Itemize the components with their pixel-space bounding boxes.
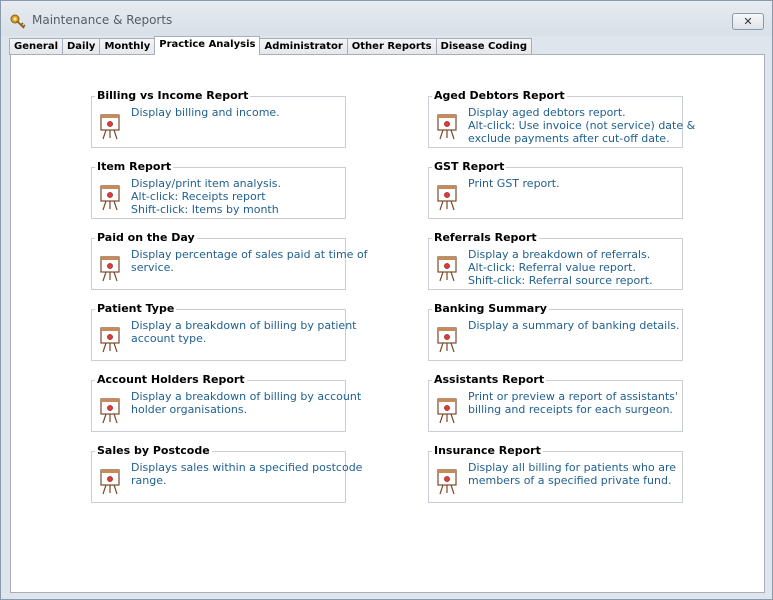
sales-by-postcode-card: Sales by Postcode Displays sales within a… bbox=[91, 444, 363, 503]
item-report-card: Item Report Display/print item analysis. A… bbox=[91, 160, 346, 219]
sales-by-postcode-description: Displays sales within a specified postco… bbox=[131, 461, 363, 487]
description-line: Print or preview a report of assistants' bbox=[468, 390, 678, 403]
close-icon: ✕ bbox=[743, 15, 753, 28]
description-line: Displays sales within a specified postco… bbox=[131, 461, 363, 474]
description-line: Alt-click: Receipts report bbox=[131, 190, 266, 203]
gst-report-frame bbox=[428, 167, 683, 219]
presentation-board-icon[interactable] bbox=[100, 256, 120, 282]
presentation-board-icon[interactable] bbox=[100, 469, 120, 495]
account-holders-report-card: Account Holders Report Display a breakdow… bbox=[91, 373, 362, 432]
banking-summary-frame bbox=[428, 309, 683, 361]
title-bar: Maintenance & Reports ✕ bbox=[1, 1, 772, 36]
description-line: Alt-click: Use invoice (not service) dat… bbox=[468, 119, 696, 132]
presentation-board-icon[interactable] bbox=[100, 398, 120, 424]
presentation-board-icon[interactable] bbox=[437, 256, 457, 282]
presentation-board-icon[interactable] bbox=[100, 185, 120, 211]
tab-other-reports[interactable]: Other Reports bbox=[346, 38, 437, 55]
aged-debtors-report-description: Display aged debtors report. Alt-click: U… bbox=[468, 106, 696, 145]
tab-strip: General Daily Monthly Practice Analysis Admi… bbox=[9, 36, 533, 55]
billing-vs-income-report-description: Display billing and income. bbox=[131, 106, 346, 119]
practice-analysis-panel: Billing vs Income Report Display billing … bbox=[10, 54, 765, 593]
description-line: Display/print item analysis. bbox=[131, 177, 281, 190]
main-window: Maintenance & Reports ✕ General Daily Mont… bbox=[0, 0, 773, 600]
insurance-report-description: Display all billing for patients who are… bbox=[468, 461, 683, 487]
referrals-report-title: Referrals Report bbox=[432, 231, 539, 245]
tab-monthly[interactable]: Monthly bbox=[99, 38, 156, 55]
billing-vs-income-report-title: Billing vs Income Report bbox=[95, 89, 251, 103]
paid-on-the-day-card: Paid on the Day Display percentage of sal… bbox=[91, 231, 368, 290]
patient-type-description: Display a breakdown of billing by patien… bbox=[131, 319, 357, 345]
description-line: members of a specified private fund. bbox=[468, 474, 672, 487]
assistants-report-card: Assistants Report Print or preview a repo… bbox=[428, 373, 683, 432]
tab-practice-analysis[interactable]: Practice Analysis bbox=[154, 36, 261, 55]
assistants-report-description: Print or preview a report of assistants'… bbox=[468, 390, 683, 416]
close-button[interactable]: ✕ bbox=[732, 13, 764, 30]
paid-on-the-day-description: Display percentage of sales paid at time… bbox=[131, 248, 368, 274]
item-report-description: Display/print item analysis. Alt-click: R… bbox=[131, 177, 346, 216]
description-line: billing and receipts for each surgeon. bbox=[468, 403, 673, 416]
presentation-board-icon[interactable] bbox=[437, 398, 457, 424]
aged-debtors-report-card: Aged Debtors Report Display aged debtors … bbox=[428, 89, 696, 148]
tab-daily[interactable]: Daily bbox=[62, 38, 101, 55]
referrals-report-description: Display a breakdown of referrals. Alt-cli… bbox=[468, 248, 683, 287]
gst-report-description: Print GST report. bbox=[468, 177, 683, 190]
banking-summary-card: Banking Summary Display a summary of bank… bbox=[428, 302, 683, 361]
assistants-report-title: Assistants Report bbox=[432, 373, 547, 387]
referrals-report-card: Referrals Report Display a breakdown of r… bbox=[428, 231, 683, 290]
description-line: Display percentage of sales paid at time… bbox=[131, 248, 368, 261]
patient-type-title: Patient Type bbox=[95, 302, 177, 316]
description-line: Display billing and income. bbox=[131, 106, 280, 119]
account-holders-report-title: Account Holders Report bbox=[95, 373, 247, 387]
presentation-board-icon[interactable] bbox=[100, 114, 120, 140]
description-line: Display a breakdown of billing by patien… bbox=[131, 319, 357, 332]
tab-administrator[interactable]: Administrator bbox=[259, 38, 348, 55]
gst-report-title: GST Report bbox=[432, 160, 507, 174]
presentation-board-icon[interactable] bbox=[437, 185, 457, 211]
sales-by-postcode-title: Sales by Postcode bbox=[95, 444, 212, 458]
description-line: Display a summary of banking details. bbox=[468, 319, 680, 332]
description-line: Display aged debtors report. bbox=[468, 106, 626, 119]
description-line: Alt-click: Referral value report. bbox=[468, 261, 636, 274]
billing-vs-income-report-frame bbox=[91, 96, 346, 148]
aged-debtors-report-title: Aged Debtors Report bbox=[432, 89, 567, 103]
banking-summary-title: Banking Summary bbox=[432, 302, 549, 316]
description-line: range. bbox=[131, 474, 167, 487]
window-title: Maintenance & Reports bbox=[32, 13, 173, 27]
presentation-board-icon[interactable] bbox=[100, 327, 120, 353]
description-line: service. bbox=[131, 261, 174, 274]
tab-disease-coding[interactable]: Disease Coding bbox=[435, 38, 533, 55]
account-holders-report-description: Display a breakdown of billing by accoun… bbox=[131, 390, 362, 416]
banking-summary-description: Display a summary of banking details. bbox=[468, 319, 683, 332]
insurance-report-title: Insurance Report bbox=[432, 444, 543, 458]
item-report-title: Item Report bbox=[95, 160, 174, 174]
description-line: Display a breakdown of referrals. bbox=[468, 248, 651, 261]
tab-general[interactable]: General bbox=[9, 38, 63, 55]
description-line: exclude payments after cut-off date. bbox=[468, 132, 670, 145]
description-line: Display a breakdown of billing by accoun… bbox=[131, 390, 362, 403]
description-line: holder organisations. bbox=[131, 403, 248, 416]
gst-report-card: GST Report Print GST report. bbox=[428, 160, 683, 219]
insurance-report-card: Insurance Report Display all billing for … bbox=[428, 444, 683, 503]
description-line: Display all billing for patients who are bbox=[468, 461, 677, 474]
description-line: Shift-click: Items by month bbox=[131, 203, 279, 216]
description-line: Print GST report. bbox=[468, 177, 560, 190]
billing-vs-income-report-card: Billing vs Income Report Display billing … bbox=[91, 89, 346, 148]
description-line: account type. bbox=[131, 332, 207, 345]
presentation-board-icon[interactable] bbox=[437, 469, 457, 495]
presentation-board-icon[interactable] bbox=[437, 114, 457, 140]
patient-type-card: Patient Type Display a breakdown of billi… bbox=[91, 302, 357, 361]
description-line: Shift-click: Referral source report. bbox=[468, 274, 653, 287]
paid-on-the-day-title: Paid on the Day bbox=[95, 231, 197, 245]
app-key-icon bbox=[10, 14, 26, 29]
presentation-board-icon[interactable] bbox=[437, 327, 457, 353]
